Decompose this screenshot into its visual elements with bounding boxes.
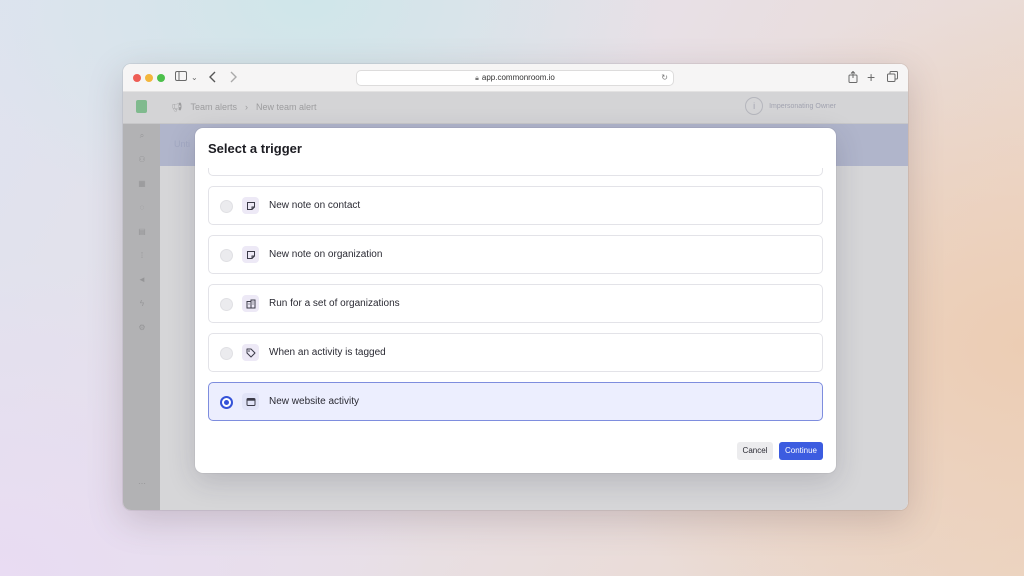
- dialog-title: Select a trigger: [208, 141, 302, 156]
- minimize-window-button[interactable]: [145, 74, 153, 82]
- trigger-option-new-website-activity[interactable]: New website activity: [208, 382, 823, 421]
- share-icon[interactable]: [848, 70, 858, 85]
- reload-icon[interactable]: ↻: [661, 71, 668, 85]
- trigger-option-new-note-on-organization[interactable]: New note on organization: [208, 235, 823, 274]
- radio-button[interactable]: [220, 298, 233, 311]
- trigger-option-new-note-on-contact[interactable]: New note on contact: [208, 186, 823, 225]
- note-icon: [242, 197, 259, 214]
- back-arrow-icon[interactable]: [209, 71, 217, 85]
- continue-button[interactable]: Continue: [779, 442, 823, 460]
- radio-button[interactable]: [220, 347, 233, 360]
- radio-button[interactable]: [220, 200, 233, 213]
- forward-arrow-icon[interactable]: [229, 71, 237, 85]
- option-label: New note on organization: [269, 249, 383, 260]
- chevron-down-icon[interactable]: ⌄: [191, 71, 198, 85]
- maximize-window-button[interactable]: [157, 74, 165, 82]
- browser-titlebar: ⌄ 🔒︎ app.commonroom.io ↻ +: [123, 64, 908, 92]
- scrolled-option-edge: [208, 168, 823, 176]
- browser-window-icon: [242, 393, 259, 410]
- cancel-button[interactable]: Cancel: [737, 442, 773, 460]
- tag-icon: [242, 344, 259, 361]
- option-label: Run for a set of organizations: [269, 298, 400, 309]
- option-label: New note on contact: [269, 200, 361, 211]
- radio-button[interactable]: [220, 249, 233, 262]
- note-icon: [242, 246, 259, 263]
- trigger-option-run-for-organizations[interactable]: Run for a set of organizations: [208, 284, 823, 323]
- sidebar-toggle-icon[interactable]: [175, 71, 187, 85]
- option-label: When an activity is tagged: [269, 347, 386, 358]
- close-window-button[interactable]: [133, 74, 141, 82]
- url-text: app.commonroom.io: [481, 73, 555, 82]
- address-bar[interactable]: 🔒︎ app.commonroom.io ↻: [356, 70, 674, 86]
- select-trigger-dialog: Select a trigger New note on contact New…: [195, 128, 836, 473]
- lock-icon: 🔒︎: [475, 75, 479, 82]
- building-icon: [242, 295, 259, 312]
- radio-button-selected[interactable]: [220, 396, 233, 409]
- tabs-overview-icon[interactable]: [887, 71, 898, 85]
- new-tab-icon[interactable]: +: [867, 70, 875, 85]
- option-label: New website activity: [269, 396, 360, 407]
- trigger-option-activity-tagged[interactable]: When an activity is tagged: [208, 333, 823, 372]
